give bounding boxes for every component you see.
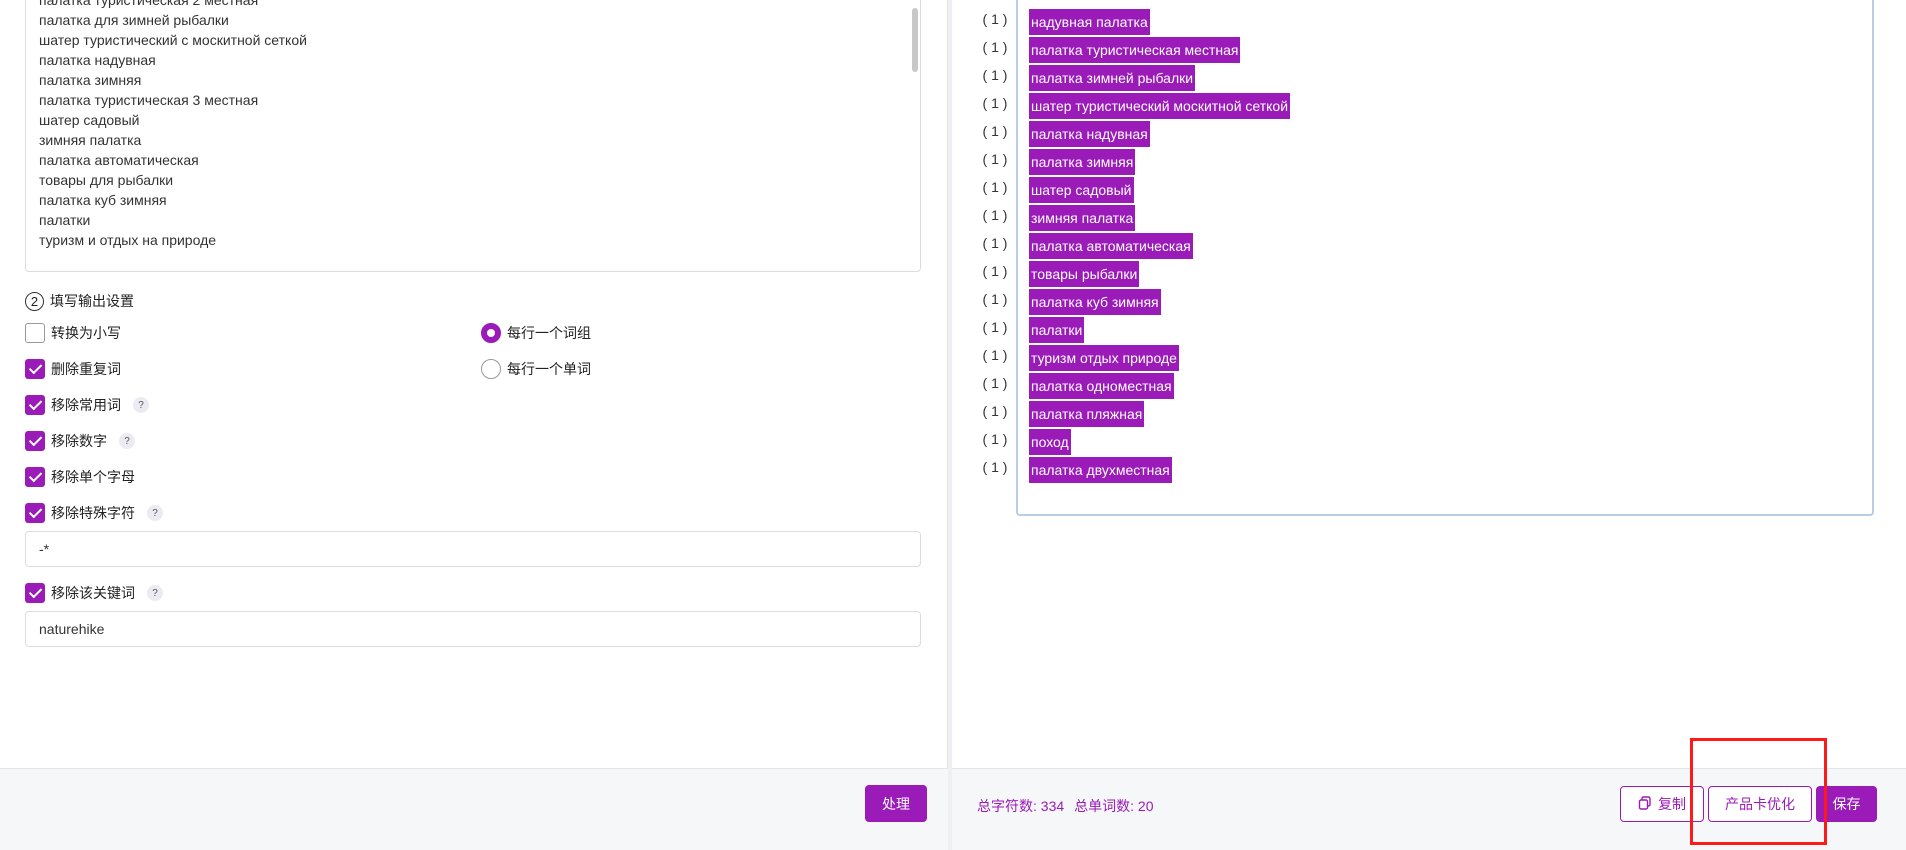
output-keyword: палатка надувная	[1029, 121, 1150, 147]
list-item: туризм и отдых на природе	[39, 232, 217, 248]
list-item: палатка туристическая 3 местная	[39, 92, 259, 108]
per-line-phrase-radio[interactable]	[481, 323, 501, 343]
output-keyword: палатка одноместная	[1029, 373, 1174, 399]
dedupe-checkbox[interactable]	[25, 359, 45, 379]
output-keyword: палатка зимняя	[1029, 149, 1136, 175]
output-count: ( 1 )	[982, 151, 1008, 167]
output-count: ( 1 )	[982, 403, 1008, 419]
output-count: ( 1 )	[982, 263, 1008, 279]
remove-keyword-input[interactable]: naturehike	[25, 611, 921, 647]
remove-special-checkbox[interactable]	[25, 503, 45, 523]
remove-single-letter-checkbox[interactable]	[25, 467, 45, 487]
remove-common-option[interactable]: 移除常用词 ?	[25, 395, 149, 415]
remove-common-label: 移除常用词	[51, 397, 121, 413]
textarea-scrollbar[interactable]	[912, 8, 918, 72]
per-line-phrase-label: 每行一个词组	[507, 325, 591, 341]
help-icon[interactable]: ?	[147, 585, 163, 601]
remove-numbers-option[interactable]: 移除数字 ?	[25, 431, 135, 451]
step-number-badge: 2	[25, 291, 44, 311]
output-keyword: товары рыбалки	[1029, 261, 1140, 287]
remove-single-letter-option[interactable]: 移除单个字母	[25, 467, 135, 487]
output-keyword: палатка куб зимняя	[1029, 289, 1161, 315]
output-keyword: палатка пляжная	[1029, 401, 1145, 427]
remove-numbers-checkbox[interactable]	[25, 431, 45, 451]
list-item: палатка для зимней рыбалки	[39, 12, 229, 28]
section-title: 填写输出设置	[50, 293, 134, 309]
output-stats: 总字符数: 334 总单词数: 20	[977, 796, 1154, 816]
per-line-word-option[interactable]: 每行一个单词	[481, 359, 591, 379]
list-item: зимняя палатка	[39, 132, 142, 148]
left-footer	[0, 768, 948, 850]
copy-label: 复制	[1658, 796, 1686, 812]
per-line-phrase-option[interactable]: 每行一个词组	[481, 323, 591, 343]
per-line-word-label: 每行一个单词	[507, 361, 591, 377]
list-item: палатка надувная	[39, 52, 156, 68]
output-count: ( 1 )	[982, 347, 1008, 363]
remove-special-label: 移除特殊字符	[51, 505, 135, 521]
output-count: ( 1 )	[982, 235, 1008, 251]
output-keyword: палатка зимней рыбалки	[1029, 65, 1196, 91]
dedupe-label: 删除重复词	[51, 361, 121, 377]
remove-special-option[interactable]: 移除特殊字符 ?	[25, 503, 163, 523]
output-keyword: шатер садовый	[1029, 177, 1134, 203]
remove-single-letter-label: 移除单个字母	[51, 469, 135, 485]
dedupe-option[interactable]: 删除重复词	[25, 359, 121, 379]
remove-numbers-label: 移除数字	[51, 433, 107, 449]
output-keyword: надувная палатка	[1029, 9, 1150, 35]
list-item: палатка куб зимняя	[39, 192, 167, 208]
output-count: ( 1 )	[982, 123, 1008, 139]
list-item: палатка зимняя	[39, 72, 142, 88]
output-count: ( 1 )	[982, 67, 1008, 83]
output-count: ( 1 )	[982, 375, 1008, 391]
help-icon[interactable]: ?	[133, 397, 149, 413]
output-count: ( 1 )	[982, 95, 1008, 111]
lowercase-label: 转换为小写	[51, 325, 121, 341]
process-button[interactable]: 处理	[865, 785, 927, 822]
remove-keyword-label: 移除该关键词	[51, 585, 135, 601]
list-item: товары для рыбалки	[39, 172, 174, 188]
remove-keyword-option[interactable]: 移除该关键词 ?	[25, 583, 163, 603]
list-item: палатка автоматическая	[39, 152, 199, 168]
special-chars-input[interactable]: -*	[25, 531, 921, 567]
remove-keyword-checkbox[interactable]	[25, 583, 45, 603]
help-icon[interactable]: ?	[119, 433, 135, 449]
output-keyword: шатер туристический москитной сеткой	[1029, 93, 1291, 119]
output-count: ( 1 )	[982, 179, 1008, 195]
output-count: ( 1 )	[982, 11, 1008, 27]
output-keyword: палатка туристическая местная	[1029, 37, 1241, 63]
per-line-word-radio[interactable]	[481, 359, 501, 379]
list-item: палатки	[39, 212, 91, 228]
output-keyword: палатка автоматическая	[1029, 233, 1193, 259]
total-words: 总单词数: 20	[1074, 798, 1154, 814]
output-keyword: туризм отдых природе	[1029, 345, 1179, 371]
keyword-input-textarea[interactable]: палатка туристическая 2 местная палатка …	[25, 0, 921, 272]
output-count: ( 1 )	[982, 291, 1008, 307]
list-item: палатка туристическая 2 местная	[39, 0, 259, 8]
copy-icon	[1638, 795, 1652, 813]
keyword-input-list: палатка туристическая 2 местная палатка …	[39, 0, 307, 250]
output-keyword: зимняя палатка	[1029, 205, 1136, 231]
total-chars: 总字符数: 334	[977, 798, 1065, 814]
output-count: ( 1 )	[982, 431, 1008, 447]
output-keyword: палатки	[1029, 317, 1085, 343]
settings-panel: палатка туристическая 2 местная палатка …	[0, 0, 948, 850]
lowercase-option[interactable]: 转换为小写	[25, 323, 121, 343]
annotation-highlight-box	[1690, 738, 1827, 845]
output-keyword: палатка двухместная	[1029, 457, 1172, 483]
output-settings-heading: 2 填写输出设置	[25, 291, 134, 311]
list-item: шатер садовый	[39, 112, 140, 128]
output-keyword: поход	[1029, 429, 1071, 455]
remove-common-checkbox[interactable]	[25, 395, 45, 415]
output-count: ( 1 )	[982, 459, 1008, 475]
lowercase-checkbox[interactable]	[25, 323, 45, 343]
output-count: ( 1 )	[982, 39, 1008, 55]
help-icon[interactable]: ?	[147, 505, 163, 521]
output-count: ( 1 )	[982, 319, 1008, 335]
list-item: шатер туристический с москитной сеткой	[39, 32, 307, 48]
output-count: ( 1 )	[982, 207, 1008, 223]
